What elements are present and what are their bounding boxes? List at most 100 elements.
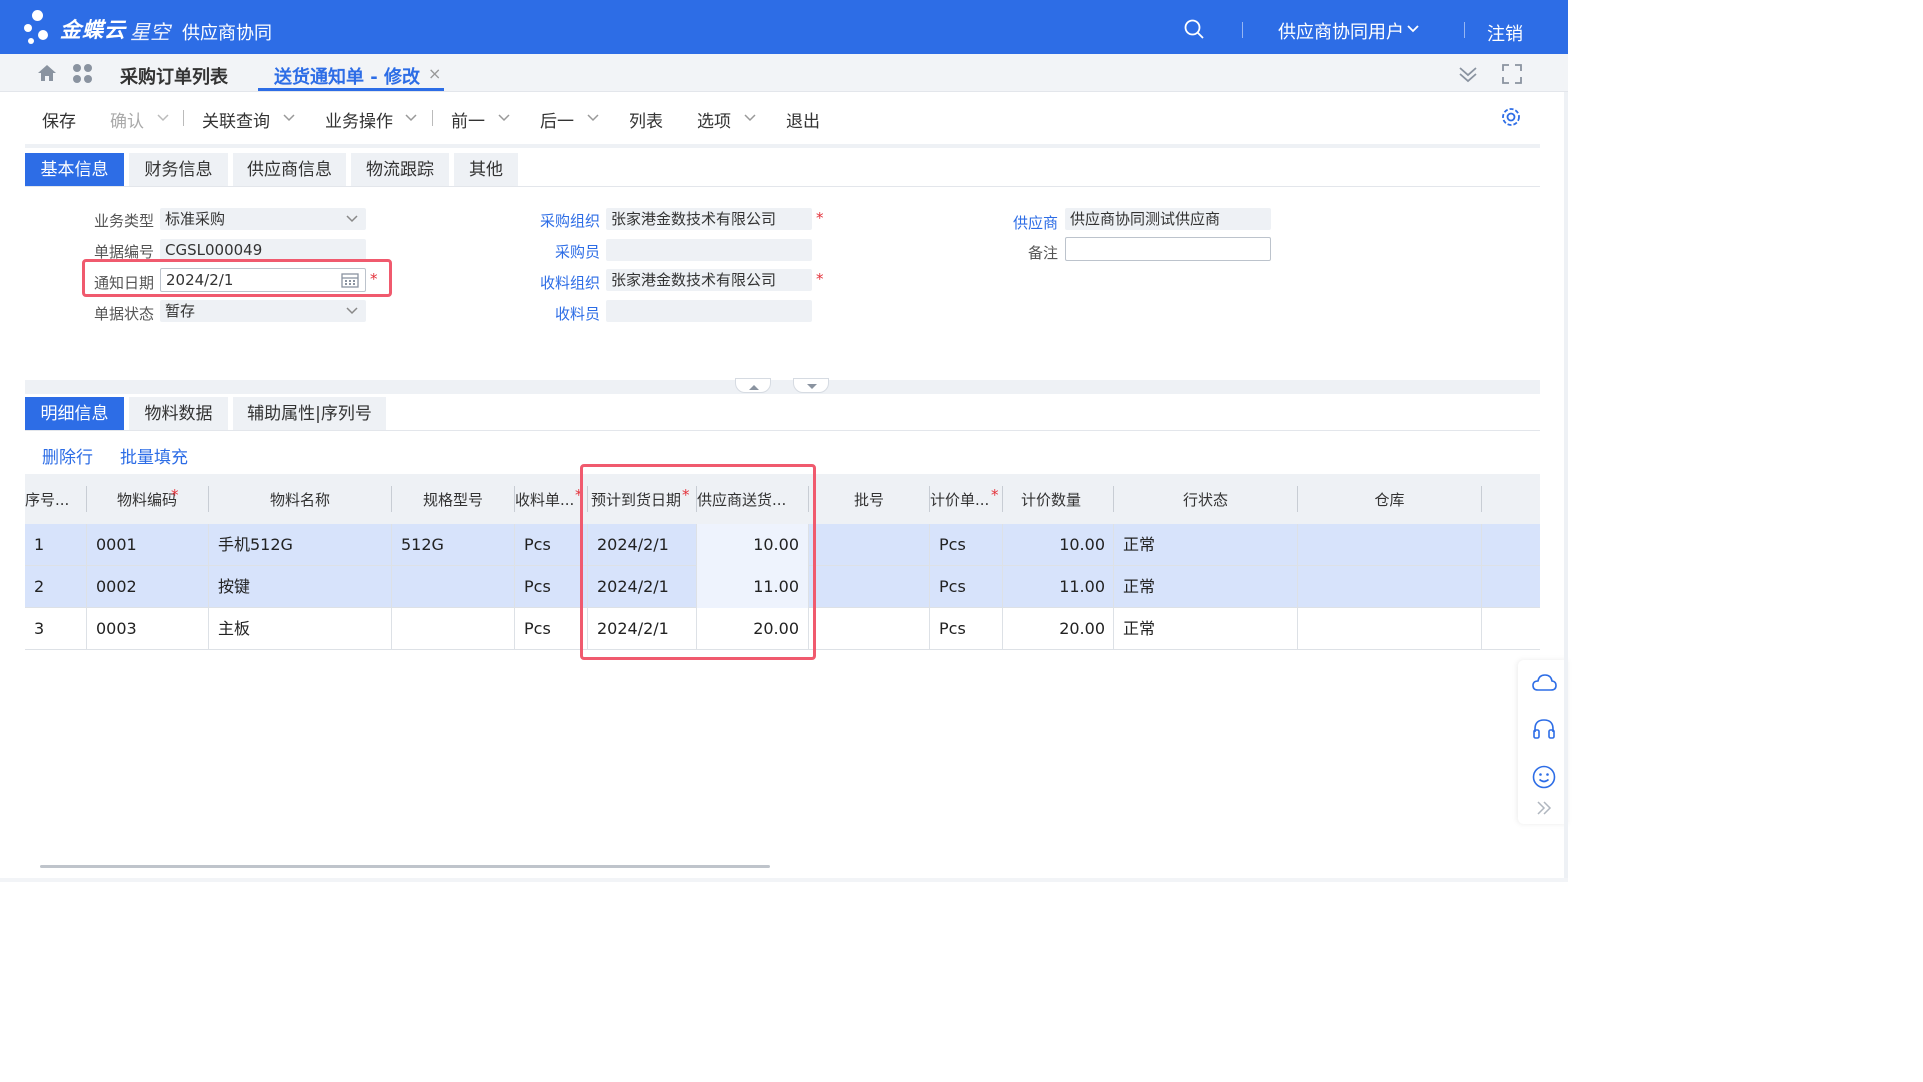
cell-spec[interactable]: 512G	[392, 524, 515, 566]
business-type-select[interactable]: 标准采购	[160, 208, 366, 230]
cell-price-unit[interactable]: Pcs	[930, 608, 1003, 650]
chevron-down-icon[interactable]	[744, 112, 756, 124]
smiley-icon[interactable]	[1531, 764, 1557, 790]
cell-spec[interactable]	[392, 566, 515, 608]
close-icon[interactable]: ×	[428, 64, 441, 83]
receiver-label[interactable]: 收料员	[530, 303, 600, 324]
list-button[interactable]: 列表	[629, 107, 663, 132]
doc-status-select[interactable]: 暂存	[160, 300, 366, 322]
collapse-up-button[interactable]	[735, 378, 771, 393]
remark-input[interactable]	[1065, 237, 1271, 261]
receiver-field[interactable]	[606, 300, 812, 322]
cell-receive-unit[interactable]: Pcs	[515, 524, 588, 566]
chevron-down-icon[interactable]	[346, 213, 358, 225]
collapse-down-button[interactable]	[793, 378, 829, 393]
tab-detail-info[interactable]: 明细信息	[25, 397, 124, 431]
buyer-field[interactable]	[606, 239, 812, 261]
tab-finance-info[interactable]: 财务信息	[129, 153, 228, 187]
tab-logistics[interactable]: 物流跟踪	[351, 153, 449, 187]
related-query-button[interactable]: 关联查询	[202, 107, 270, 132]
cell-price-unit[interactable]: Pcs	[930, 524, 1003, 566]
tab-purchase-order-list[interactable]: 采购订单列表	[120, 63, 228, 89]
cell-warehouse[interactable]	[1298, 524, 1482, 566]
exit-button[interactable]: 退出	[786, 107, 820, 132]
chevron-down-icon[interactable]	[405, 112, 417, 124]
horizontal-scrollbar[interactable]	[40, 865, 770, 868]
user-menu[interactable]: 供应商协同用户	[1278, 18, 1404, 44]
cell-receive-unit[interactable]: Pcs	[515, 566, 588, 608]
double-chevron-down-icon[interactable]	[1458, 64, 1478, 84]
top-header: 金蝶云 星空 供应商协同 供应商协同用户 注销	[0, 0, 1568, 54]
options-button[interactable]: 选项	[697, 107, 731, 132]
tab-material-data[interactable]: 物料数据	[129, 397, 228, 431]
logout-button[interactable]: 注销	[1487, 20, 1523, 46]
chevron-down-icon[interactable]	[498, 112, 510, 124]
chevron-down-icon[interactable]	[587, 112, 599, 124]
col-header-price-qty[interactable]: 计价数量	[1003, 474, 1113, 524]
headset-icon[interactable]	[1531, 716, 1557, 742]
double-chevron-right-icon[interactable]	[1534, 798, 1554, 818]
tab-delivery-notice-edit[interactable]: 送货通知单 - 修改	[274, 63, 420, 89]
col-header-warehouse[interactable]: 仓库	[1298, 474, 1481, 524]
col-header-row-status[interactable]: 行状态	[1114, 474, 1297, 524]
search-icon[interactable]	[1184, 19, 1204, 39]
cell-price-qty[interactable]: 10.00	[1003, 524, 1114, 566]
cell-batch[interactable]	[809, 566, 930, 608]
col-header-material-code[interactable]: 物料编码	[87, 474, 207, 524]
cell-material-code[interactable]: 0001	[87, 524, 209, 566]
panel-splitter[interactable]	[25, 380, 1540, 394]
chevron-down-icon[interactable]	[157, 112, 169, 124]
cell-batch[interactable]	[809, 524, 930, 566]
col-header-price-unit[interactable]: 计价单...	[930, 474, 1000, 524]
batch-fill-button[interactable]: 批量填充	[120, 443, 188, 468]
cell-material-name[interactable]: 主板	[209, 608, 392, 650]
cell-receive-unit[interactable]: Pcs	[515, 608, 588, 650]
confirm-button[interactable]: 确认	[110, 107, 144, 132]
kingdee-logo-icon	[24, 10, 54, 46]
cloud-icon[interactable]	[1531, 670, 1557, 696]
purchase-org-value: 张家港金数技术有限公司	[611, 210, 777, 228]
receive-org-field[interactable]: 张家港金数技术有限公司	[606, 269, 812, 291]
gear-icon[interactable]	[1500, 106, 1522, 128]
save-button[interactable]: 保存	[42, 107, 76, 132]
chevron-down-icon[interactable]	[346, 305, 358, 317]
purchase-org-label[interactable]: 采购组织	[530, 210, 600, 231]
tab-basic-info[interactable]: 基本信息	[25, 153, 124, 187]
supplier-field[interactable]: 供应商协同测试供应商	[1065, 208, 1271, 230]
cell-material-code[interactable]: 0003	[87, 608, 209, 650]
chevron-down-icon[interactable]	[1406, 22, 1420, 36]
cell-spec[interactable]	[392, 608, 515, 650]
prev-button[interactable]: 前一	[451, 107, 485, 132]
doc-no-field[interactable]: CGSL000049	[160, 239, 366, 261]
col-header-spec[interactable]: 规格型号	[392, 474, 514, 524]
cell-price-qty[interactable]: 11.00	[1003, 566, 1114, 608]
purchase-org-field[interactable]: 张家港金数技术有限公司	[606, 208, 812, 230]
tab-supplier-info[interactable]: 供应商信息	[233, 153, 346, 187]
cell-price-unit[interactable]: Pcs	[930, 566, 1003, 608]
fullscreen-icon[interactable]	[1502, 64, 1522, 84]
tab-aux-serial[interactable]: 辅助属性|序列号	[233, 397, 386, 431]
col-header-seq[interactable]: 序号...	[25, 474, 85, 524]
column-divider	[1481, 486, 1482, 512]
buyer-label[interactable]: 采购员	[530, 241, 600, 262]
tab-other[interactable]: 其他	[454, 153, 518, 187]
cell-warehouse[interactable]	[1298, 566, 1482, 608]
active-tab-indicator	[258, 88, 444, 91]
home-icon[interactable]	[37, 63, 57, 83]
col-header-material-name[interactable]: 物料名称	[209, 474, 391, 524]
delete-row-button[interactable]: 删除行	[42, 443, 93, 468]
col-header-batch[interactable]: 批号	[809, 474, 929, 524]
cell-material-code[interactable]: 0002	[87, 566, 209, 608]
cell-material-name[interactable]: 手机512G	[209, 524, 392, 566]
cell-price-qty[interactable]: 20.00	[1003, 608, 1114, 650]
next-button[interactable]: 后一	[540, 107, 574, 132]
cell-material-name[interactable]: 按键	[209, 566, 392, 608]
chevron-down-icon[interactable]	[283, 112, 295, 124]
supplier-label[interactable]: 供应商	[1000, 212, 1058, 233]
apps-grid-icon[interactable]	[72, 63, 93, 84]
app-name: 供应商协同	[182, 23, 272, 44]
receive-org-label[interactable]: 收料组织	[530, 272, 600, 293]
business-ops-button[interactable]: 业务操作	[325, 107, 393, 132]
cell-batch[interactable]	[809, 608, 930, 650]
cell-warehouse[interactable]	[1298, 608, 1482, 650]
